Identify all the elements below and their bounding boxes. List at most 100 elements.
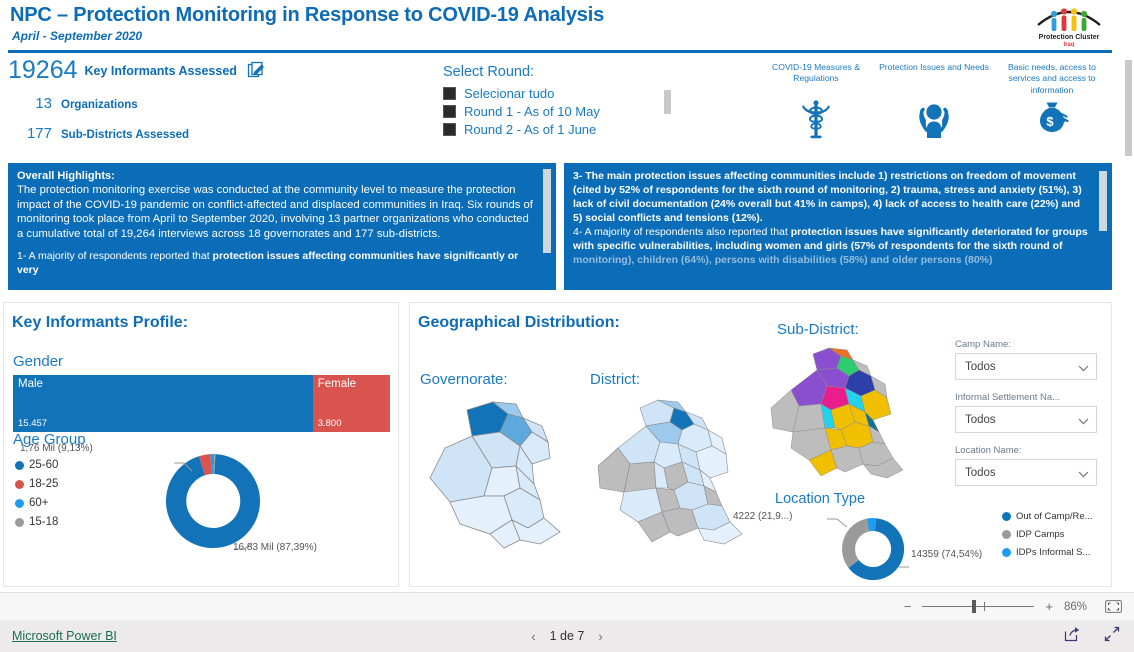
next-page-button[interactable]: › <box>598 629 602 644</box>
governorate-map-svg[interactable] <box>420 392 570 557</box>
protection-cluster-logo: Protection Cluster Iraq <box>1030 1 1108 48</box>
location-name-dropdown[interactable]: Todos <box>955 459 1097 486</box>
highlights-right-scrollbar[interactable] <box>1099 171 1107 231</box>
legend-label: 60+ <box>29 497 49 509</box>
highlights-point-1-prefix: 1- A majority of respondents reported th… <box>17 249 213 262</box>
filter-label: Location Name: <box>955 445 1022 456</box>
district-map[interactable]: District: <box>590 371 750 562</box>
logo-subtitle: Iraq <box>1063 42 1074 47</box>
kpi-block: 19264 Key Informants Assessed 13 Organiz… <box>8 58 267 142</box>
donut-data-label-18-25: 1,76 Mil (9,13%) <box>20 443 93 454</box>
treemap-cell-male[interactable]: Male 15.457 <box>13 375 313 432</box>
round-slicer-title: Select Round: <box>443 64 535 80</box>
status-bar: Microsoft Power BI ‹ 1 de 7 › <box>0 620 1134 652</box>
highlights-left-panel: Overall Highlights: The protection monit… <box>8 163 556 290</box>
header-divider <box>8 50 1112 53</box>
kpi-org-value: 13 <box>35 95 52 112</box>
round-item-select-all[interactable]: Selecionar tudo <box>443 86 683 101</box>
zoom-slider-tick <box>984 602 986 611</box>
subdistrict-map-label: Sub-District: <box>777 321 859 338</box>
location-type-donut[interactable] <box>775 507 965 585</box>
legend-item[interactable]: Out of Camp/Re... <box>1002 511 1093 522</box>
legend-item[interactable]: 15-18 <box>15 516 58 528</box>
legend-item[interactable]: IDPs Informal S... <box>1002 547 1093 558</box>
checkbox-icon[interactable] <box>443 105 456 118</box>
camp-name-dropdown[interactable]: Todos <box>955 353 1097 380</box>
page-subtitle: April - September 2020 <box>12 29 143 43</box>
nav-card-label: Basic needs, access to services and acce… <box>1008 62 1096 95</box>
geo-panel-title: Geographical Distribution: <box>418 314 620 331</box>
legend-item[interactable]: 18-25 <box>15 478 58 490</box>
geographical-distribution-panel: Geographical Distribution: Governorate: <box>409 302 1112 587</box>
filter-label: Informal Settlement Na... <box>955 392 1061 403</box>
highlights-point-4-prefix: 4- A majority of respondents also report… <box>573 225 791 238</box>
previous-page-button[interactable]: ‹ <box>531 629 535 644</box>
nav-card-label: COVID-19 Measures & Regulations <box>772 62 860 84</box>
fullscreen-icon[interactable] <box>1104 626 1120 647</box>
age-group-donut[interactable]: 1,76 Mil (9,13%) 16,83 Mil (87,39%) <box>20 439 317 574</box>
kpi-subdistrict-value: 177 <box>26 125 52 142</box>
age-group-legend: 25-60 18-25 60+ 15-18 <box>15 459 58 535</box>
share-icon[interactable] <box>1064 626 1080 647</box>
gender-label: Gender <box>13 353 64 370</box>
highlights-point-1: 1- A majority of respondents reported th… <box>17 250 534 278</box>
kpi-main-label: Key Informants Assessed <box>84 63 237 78</box>
subdistrict-map-svg[interactable] <box>767 342 917 482</box>
powerbi-brand-link[interactable]: Microsoft Power BI <box>12 629 117 643</box>
zoom-slider-thumb[interactable] <box>972 600 977 613</box>
zoom-out-button[interactable]: − <box>904 599 912 614</box>
nav-card-basic-needs[interactable]: Basic needs, access to services and acce… <box>996 62 1108 140</box>
round-item-label: Selecionar tudo <box>464 86 555 101</box>
gender-treemap: Male 15.457 Female 3.800 <box>13 375 390 432</box>
location-type-legend: Out of Camp/Re... IDP Camps IDPs Informa… <box>1002 511 1093 565</box>
governorate-map[interactable]: Governorate: <box>420 371 570 562</box>
filter-camp-name: Camp Name: Todos <box>955 339 1097 380</box>
kpi-org-label: Organizations <box>61 99 138 111</box>
legend-dot-icon <box>1002 548 1011 557</box>
district-map-svg[interactable] <box>590 392 750 557</box>
legend-label: 25-60 <box>29 459 59 471</box>
kpi-key-informants: 19264 Key Informants Assessed <box>8 58 267 83</box>
legend-label: IDPs Informal S... <box>1016 547 1091 558</box>
filter-informal-settlement: Informal Settlement Na... Todos <box>955 392 1097 433</box>
nav-card-protection-issues[interactable]: Protection Issues and Needs <box>878 62 990 140</box>
round-slicer-scrollbar[interactable] <box>664 90 671 114</box>
legend-item[interactable]: IDP Camps <box>1002 529 1093 540</box>
legend-item[interactable]: 60+ <box>15 497 58 509</box>
gender-chart: Gender Male 15.457 Female 3.800 <box>13 353 390 432</box>
location-type-chart: Location Type 4222 (21,9...) 14359 (74,5… <box>733 491 982 590</box>
round-slicer: Select Round: Selecionar tudo Round 1 - … <box>443 64 683 140</box>
header-scrollbar[interactable] <box>1125 60 1132 156</box>
dropdown-value: Todos <box>965 360 996 373</box>
round-item-round1[interactable]: Round 1 - As of 10 May <box>443 104 683 119</box>
subdistrict-map[interactable]: Sub-District: <box>767 321 917 487</box>
informal-settlement-dropdown[interactable]: Todos <box>955 406 1097 433</box>
dropdown-value: Todos <box>965 466 996 479</box>
zoom-slider[interactable] <box>922 600 1035 613</box>
round-item-round2[interactable]: Round 2 - As of 1 June <box>443 122 683 137</box>
edit-note-icon[interactable] <box>247 61 267 81</box>
legend-dot-icon <box>15 498 24 508</box>
legend-item[interactable]: 25-60 <box>15 459 58 471</box>
chevron-down-icon <box>1078 416 1089 425</box>
checkbox-icon[interactable] <box>443 123 456 136</box>
checkbox-icon[interactable] <box>443 87 456 100</box>
money-bag-icon: $ <box>996 98 1108 140</box>
treemap-cell-female[interactable]: Female 3.800 <box>312 375 390 432</box>
page-title: NPC – Protection Monitoring in Response … <box>10 4 605 26</box>
legend-dot-icon <box>15 479 24 489</box>
report-body: Key Informants Profile: Gender Male 15.4… <box>0 298 1134 652</box>
filter-location-name: Location Name: Todos <box>955 445 1097 486</box>
district-map-label: District: <box>590 371 640 388</box>
highlights-left-scrollbar[interactable] <box>543 169 551 253</box>
governorate-map-label: Governorate: <box>420 371 508 388</box>
legend-label: 15-18 <box>29 516 59 528</box>
legend-label: IDP Camps <box>1016 529 1065 540</box>
page-indicator: 1 de 7 <box>549 629 585 643</box>
fit-to-page-icon[interactable] <box>1105 600 1122 613</box>
zoom-in-button[interactable]: + <box>1045 599 1053 614</box>
highlights-heading: Overall Highlights: <box>17 170 115 182</box>
nav-card-covid-measures[interactable]: COVID-19 Measures & Regulations <box>760 62 872 140</box>
caduceus-icon <box>760 98 872 140</box>
zoom-percent-label: 86% <box>1064 600 1088 613</box>
